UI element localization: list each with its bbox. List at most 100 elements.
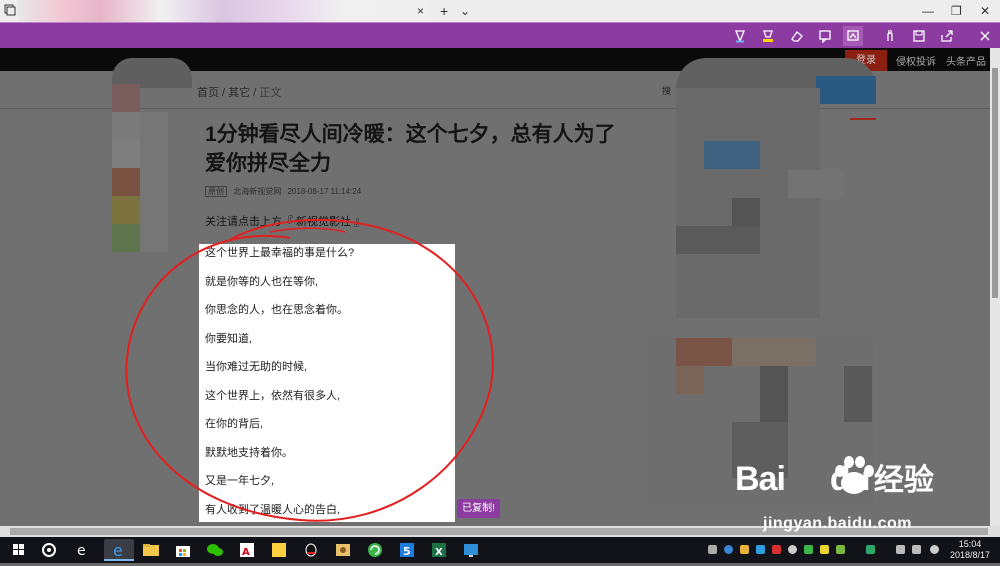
action-center-icon[interactable]: [930, 545, 939, 554]
svg-text:5: 5: [403, 545, 411, 558]
selected-line: 你思念的人，也在思念着你。: [205, 304, 348, 316]
maximize-button[interactable]: ❐: [951, 2, 962, 20]
new-tab-button[interactable]: +: [440, 2, 448, 20]
blurred-block: [140, 112, 168, 252]
header-divider: [0, 108, 990, 109]
tray-icon[interactable]: [724, 545, 733, 554]
watermark-url: jingyan.baidu.com: [763, 515, 912, 532]
breadcrumb-home[interactable]: 首页: [197, 87, 219, 99]
selected-line: 你要知道,: [205, 333, 253, 345]
s5-icon[interactable]: 5: [396, 539, 418, 561]
save-icon[interactable]: [909, 26, 929, 46]
article-datetime: 2018-08-17 11:14:24: [287, 187, 362, 196]
article-source[interactable]: 北海新视觉网: [233, 187, 281, 196]
tab-list-chevron-icon[interactable]: ⌄: [460, 2, 470, 20]
blurred-block: [676, 338, 732, 366]
minimize-button[interactable]: —: [922, 2, 934, 20]
close-tab-icon[interactable]: ×: [417, 2, 424, 20]
pdf-icon[interactable]: A: [236, 539, 258, 561]
blurred-block: [676, 226, 760, 254]
blurred-block: [760, 366, 788, 422]
tray-icon[interactable]: [836, 545, 845, 554]
wechat-icon[interactable]: [204, 539, 226, 561]
file-explorer-icon[interactable]: [140, 539, 162, 561]
blurred-tab[interactable]: [18, 0, 428, 22]
report-link[interactable]: 侵权投诉: [896, 53, 936, 68]
breadcrumb-separator: /: [250, 87, 260, 99]
blurred-block: [816, 76, 876, 104]
sticky-icon[interactable]: [268, 539, 290, 561]
web-note-toolbar: [0, 22, 1000, 48]
tray-icon[interactable]: [866, 545, 875, 554]
chat-icon[interactable]: [896, 545, 905, 554]
selected-line: 在你的背后,: [205, 418, 264, 430]
selected-line: 这个世界上最幸福的事是什么?: [205, 247, 355, 259]
blurred-block: [112, 84, 140, 112]
edge-legacy-icon[interactable]: e: [72, 539, 94, 561]
products-link[interactable]: 头条产品: [946, 53, 986, 68]
tray-icon[interactable]: [804, 545, 813, 554]
blurred-block: [676, 366, 704, 394]
clip-icon[interactable]: [843, 26, 863, 46]
excel-icon[interactable]: X: [428, 539, 450, 561]
touch-write-icon[interactable]: [880, 26, 900, 46]
exit-icon[interactable]: [975, 26, 995, 46]
original-badge: 原创: [205, 186, 227, 197]
svg-text:e: e: [77, 543, 86, 559]
comment-icon[interactable]: [815, 26, 835, 46]
tray-icon[interactable]: [820, 545, 829, 554]
blurred-block: [112, 140, 140, 168]
search-icon[interactable]: [38, 539, 60, 561]
pen-icon[interactable]: [730, 26, 750, 46]
tray-icon[interactable]: [740, 545, 749, 554]
notification-bell-icon[interactable]: [788, 545, 797, 554]
breadcrumb-separator: /: [219, 87, 229, 99]
clock-time: 15:04: [958, 539, 982, 549]
refresh-icon[interactable]: [364, 539, 386, 561]
watermark-cn: 经验: [873, 463, 934, 498]
blurred-block: [112, 168, 140, 196]
svg-text:A: A: [242, 547, 250, 558]
svg-text:X: X: [435, 547, 443, 558]
blurred-block: [704, 141, 760, 169]
highlighter-icon[interactable]: [758, 26, 778, 46]
browser-title-bar: × + ⌄ — ❐ ✕: [0, 0, 1000, 22]
article-title: 1分钟看尽人间冷暖：这个七夕，总有人为了爱你拼尽全力: [205, 123, 616, 175]
share-icon[interactable]: [937, 26, 957, 46]
selected-line: 当你难过无助的时候,: [205, 361, 308, 373]
tray-icon[interactable]: [772, 545, 781, 554]
selected-text-panel[interactable]: 这个世界上最幸福的事是什么? 就是你等的人也在等你, 你思念的人，也在思念着你。…: [199, 244, 455, 522]
blurred-block: [112, 224, 140, 252]
close-window-button[interactable]: ✕: [980, 2, 990, 20]
tray-icon[interactable]: [708, 545, 717, 554]
vertical-scrollbar[interactable]: [990, 48, 1000, 526]
selected-line: 这个世界上，依然有很多人,: [205, 390, 341, 402]
blurred-block: [788, 170, 844, 198]
blurred-block: [850, 118, 876, 120]
volume-icon[interactable]: [912, 545, 921, 554]
windows-taskbar: e e A 5 X 15:04 2018/8/17: [0, 537, 1000, 563]
box-icon[interactable]: [332, 539, 354, 561]
eraser-icon[interactable]: [787, 26, 807, 46]
breadcrumb: 首页 / 其它 / 正文: [197, 84, 281, 100]
edge-icon[interactable]: e: [104, 539, 134, 561]
paw-icon: [835, 456, 874, 494]
system-clock[interactable]: 15:04 2018/8/17: [950, 539, 990, 561]
tab-preview-icon[interactable]: [4, 3, 16, 21]
tray-icon[interactable]: [756, 545, 765, 554]
blurred-block: [112, 112, 140, 140]
blurred-block: [732, 198, 760, 226]
baidu-watermark: Baidu 经验: [735, 455, 934, 499]
breadcrumb-current: 正文: [259, 87, 282, 99]
store-icon[interactable]: [172, 539, 194, 561]
blurred-block: [844, 366, 872, 422]
selected-line: 有人收到了温暖人心的告白,: [205, 504, 341, 516]
article-meta: 原创 北海新视觉网 2018-08-17 11:14:24: [205, 186, 361, 197]
qq-icon[interactable]: [300, 539, 322, 561]
board-icon[interactable]: [460, 539, 482, 561]
scroll-thumb[interactable]: [992, 68, 998, 298]
selected-line: 默默地支持着你。: [205, 447, 293, 459]
breadcrumb-other[interactable]: 其它: [228, 87, 250, 99]
blurred-block: [112, 196, 140, 224]
start-icon[interactable]: [8, 539, 30, 561]
